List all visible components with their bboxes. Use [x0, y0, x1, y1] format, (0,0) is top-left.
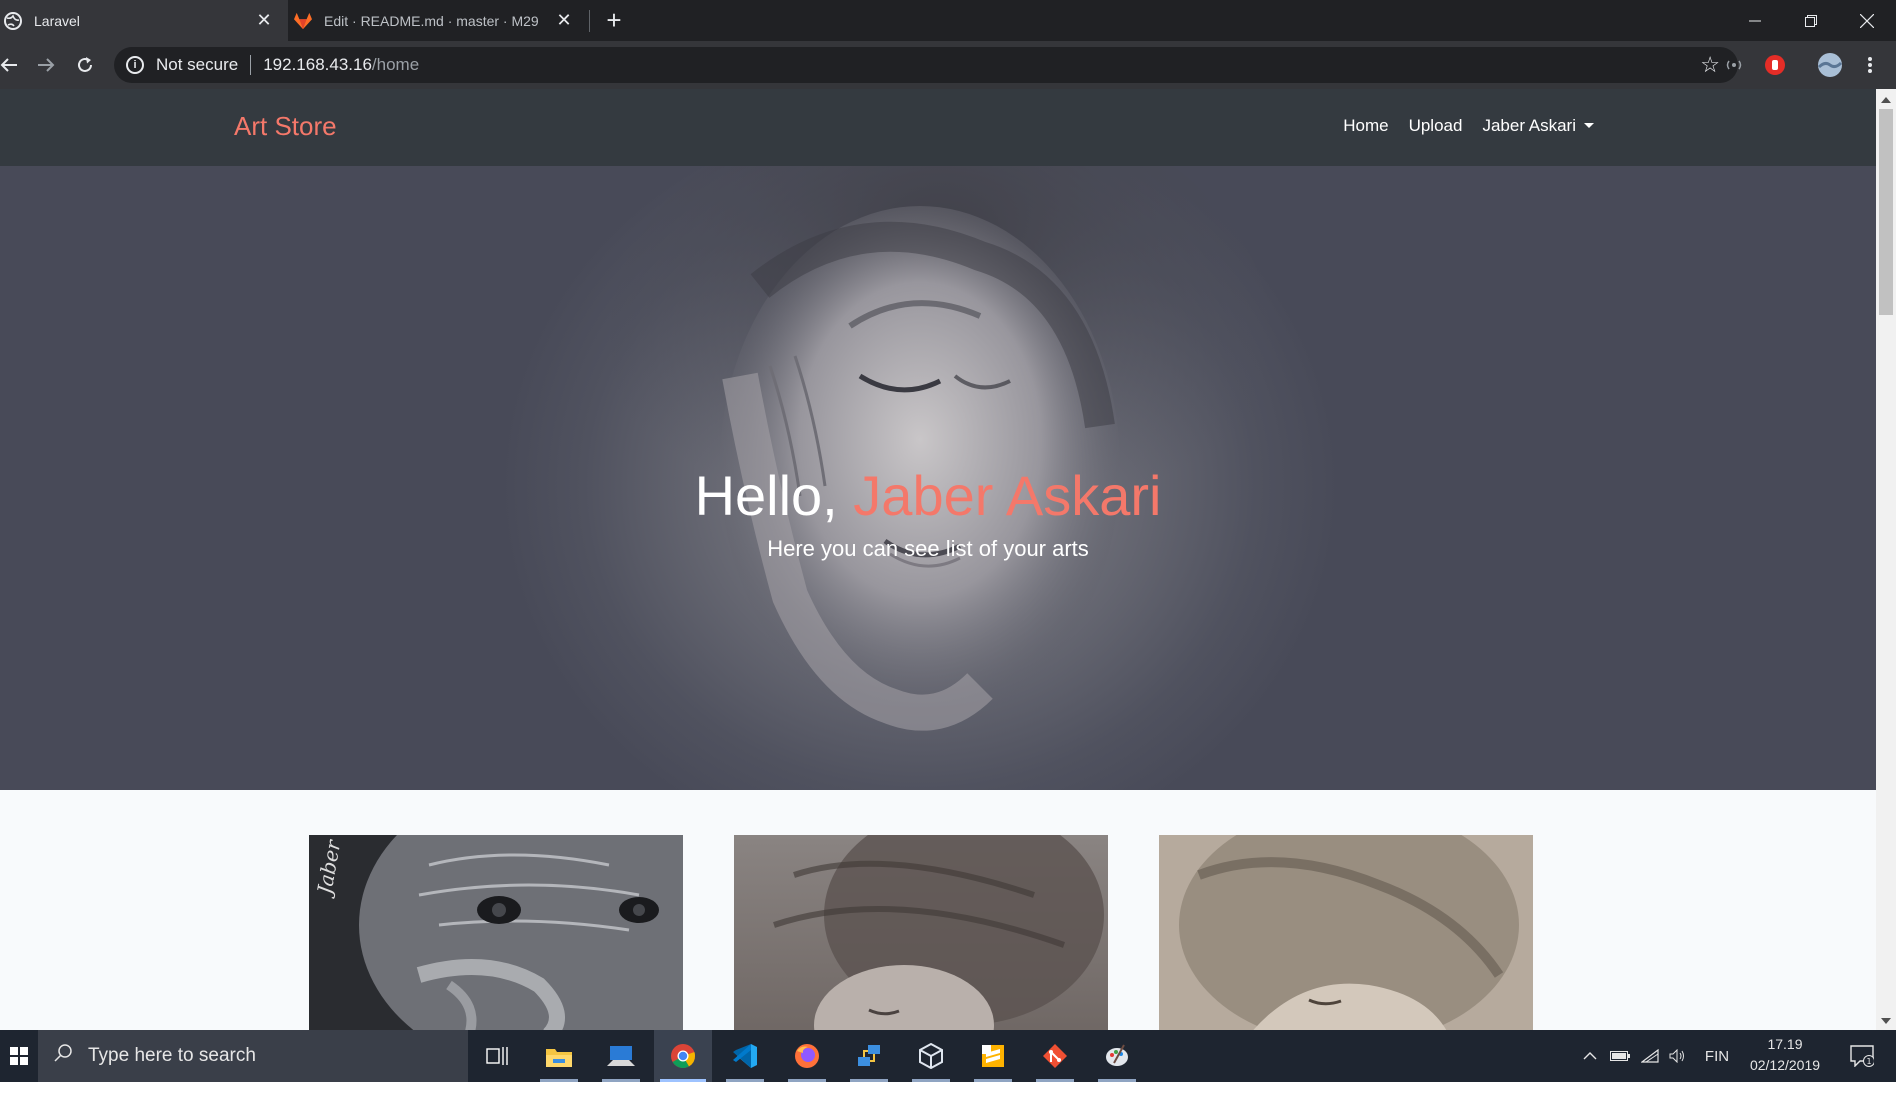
search-icon — [54, 1044, 72, 1068]
nav-home[interactable]: Home — [1333, 116, 1398, 136]
system-clock[interactable]: 17.19 02/12/2019 — [1730, 1034, 1840, 1076]
site-navbar: Art Store Home Upload Jaber Askari — [0, 89, 1876, 166]
extension-adblock-icon[interactable] — [1763, 53, 1787, 77]
taskbar-search-input[interactable]: Type here to search — [38, 1030, 468, 1082]
globe-icon — [4, 11, 22, 30]
bookmark-star-icon[interactable]: ☆ — [1700, 52, 1720, 78]
search-placeholder: Type here to search — [88, 1045, 256, 1066]
clock-date: 02/12/2019 — [1749, 1057, 1821, 1073]
git-icon[interactable] — [1026, 1030, 1084, 1082]
clock-time: 17.19 — [1767, 1036, 1803, 1052]
reload-icon[interactable] — [70, 50, 100, 80]
url-path: /home — [371, 55, 420, 74]
profile-avatar-icon[interactable] — [1816, 53, 1844, 77]
virtualbox-icon[interactable] — [902, 1030, 960, 1082]
site-brand[interactable]: Art Store — [234, 111, 337, 142]
page-scrollbar[interactable] — [1876, 89, 1896, 1030]
browser-titlebar: Laravel ✕ Edit · README.md · master · M2… — [0, 0, 1896, 41]
windows-start-icon[interactable] — [0, 1030, 38, 1082]
art-image-woman-hair — [734, 835, 1108, 1030]
tab-gitlab-edit[interactable]: Edit · README.md · master · M29 ✕ — [290, 0, 588, 41]
battery-icon[interactable] — [1608, 1030, 1632, 1082]
tab-close-icon[interactable]: ✕ — [252, 10, 276, 31]
chrome-icon[interactable] — [654, 1030, 712, 1082]
screen-bottom-strip — [0, 1082, 1896, 1094]
greeting-user-name: Jaber Askari — [853, 464, 1162, 527]
volume-icon[interactable] — [1666, 1030, 1690, 1082]
kebab-menu-icon[interactable] — [1858, 53, 1882, 77]
tab-divider — [589, 10, 590, 32]
page-viewport: Art Store Home Upload Jaber Askari Hello… — [0, 89, 1876, 1030]
hero-subtitle: Here you can see list of your arts — [767, 536, 1089, 561]
url-host: 192.168.43.16 — [263, 55, 372, 74]
nav-user-dropdown[interactable]: Jaber Askari — [1472, 116, 1604, 136]
new-tab-button[interactable]: + — [598, 4, 630, 36]
tab-laravel[interactable]: Laravel ✕ — [0, 0, 288, 41]
remote-desktop-icon[interactable] — [592, 1030, 650, 1082]
paint-icon[interactable] — [1088, 1030, 1146, 1082]
hero-banner: Hello, Jaber Askari Here you can see lis… — [0, 166, 1876, 790]
firefox-icon[interactable] — [778, 1030, 836, 1082]
user-name: Jaber Askari — [1482, 116, 1576, 135]
omnibox-divider — [250, 55, 252, 75]
hero-greeting: Hello, Jaber Askari — [0, 463, 1856, 528]
security-label: Not secure — [156, 55, 239, 74]
tab-title: Laravel — [34, 12, 80, 29]
wifi-icon[interactable] — [1638, 1030, 1662, 1082]
art-image-woman-sepia — [1159, 835, 1533, 1030]
browser-toolbar: i Not secure 192.168.43.16/home ☆ — [0, 41, 1896, 89]
close-icon[interactable] — [1838, 0, 1896, 41]
notification-center-icon[interactable]: 1 — [1844, 1030, 1880, 1082]
art-image-old-man: Jaber — [309, 835, 683, 1030]
scroll-thumb[interactable] — [1879, 109, 1893, 315]
notification-count: 1 — [1866, 1057, 1871, 1066]
info-icon[interactable]: i — [126, 56, 144, 74]
forward-icon[interactable] — [31, 50, 61, 80]
file-explorer-icon[interactable] — [530, 1030, 588, 1082]
gitlab-icon — [294, 12, 312, 30]
nav-links: Home Upload Jaber Askari — [1333, 116, 1604, 136]
tab-close-icon[interactable]: ✕ — [552, 10, 576, 31]
art-card-1[interactable]: Jaber — [309, 835, 683, 1030]
art-card-3[interactable] — [1159, 835, 1533, 1030]
network-app-icon[interactable] — [840, 1030, 898, 1082]
restore-icon[interactable] — [1782, 0, 1840, 41]
sublime-icon[interactable] — [964, 1030, 1022, 1082]
tab-title: Edit · README.md · master · M29 — [324, 12, 539, 29]
task-view-icon[interactable] — [468, 1030, 526, 1082]
art-card-2[interactable] — [734, 835, 1108, 1030]
vscode-icon[interactable] — [716, 1030, 774, 1082]
nav-upload[interactable]: Upload — [1399, 116, 1473, 136]
windows-taskbar: Type here to search FIN 17.19 02/12/2019… — [0, 1030, 1896, 1082]
minimize-icon[interactable] — [1726, 0, 1784, 41]
tray-chevron-up-icon[interactable] — [1578, 1030, 1602, 1082]
scroll-down-icon[interactable] — [1881, 1018, 1891, 1024]
extension-radio-icon[interactable] — [1722, 53, 1746, 77]
address-bar[interactable]: i Not secure 192.168.43.16/home ☆ — [114, 47, 1738, 83]
back-icon[interactable] — [0, 50, 24, 80]
greeting-text: Hello, — [694, 464, 854, 527]
scroll-up-icon[interactable] — [1881, 97, 1891, 103]
language-indicator[interactable]: FIN — [1700, 1030, 1734, 1082]
caret-down-icon — [1584, 123, 1594, 128]
